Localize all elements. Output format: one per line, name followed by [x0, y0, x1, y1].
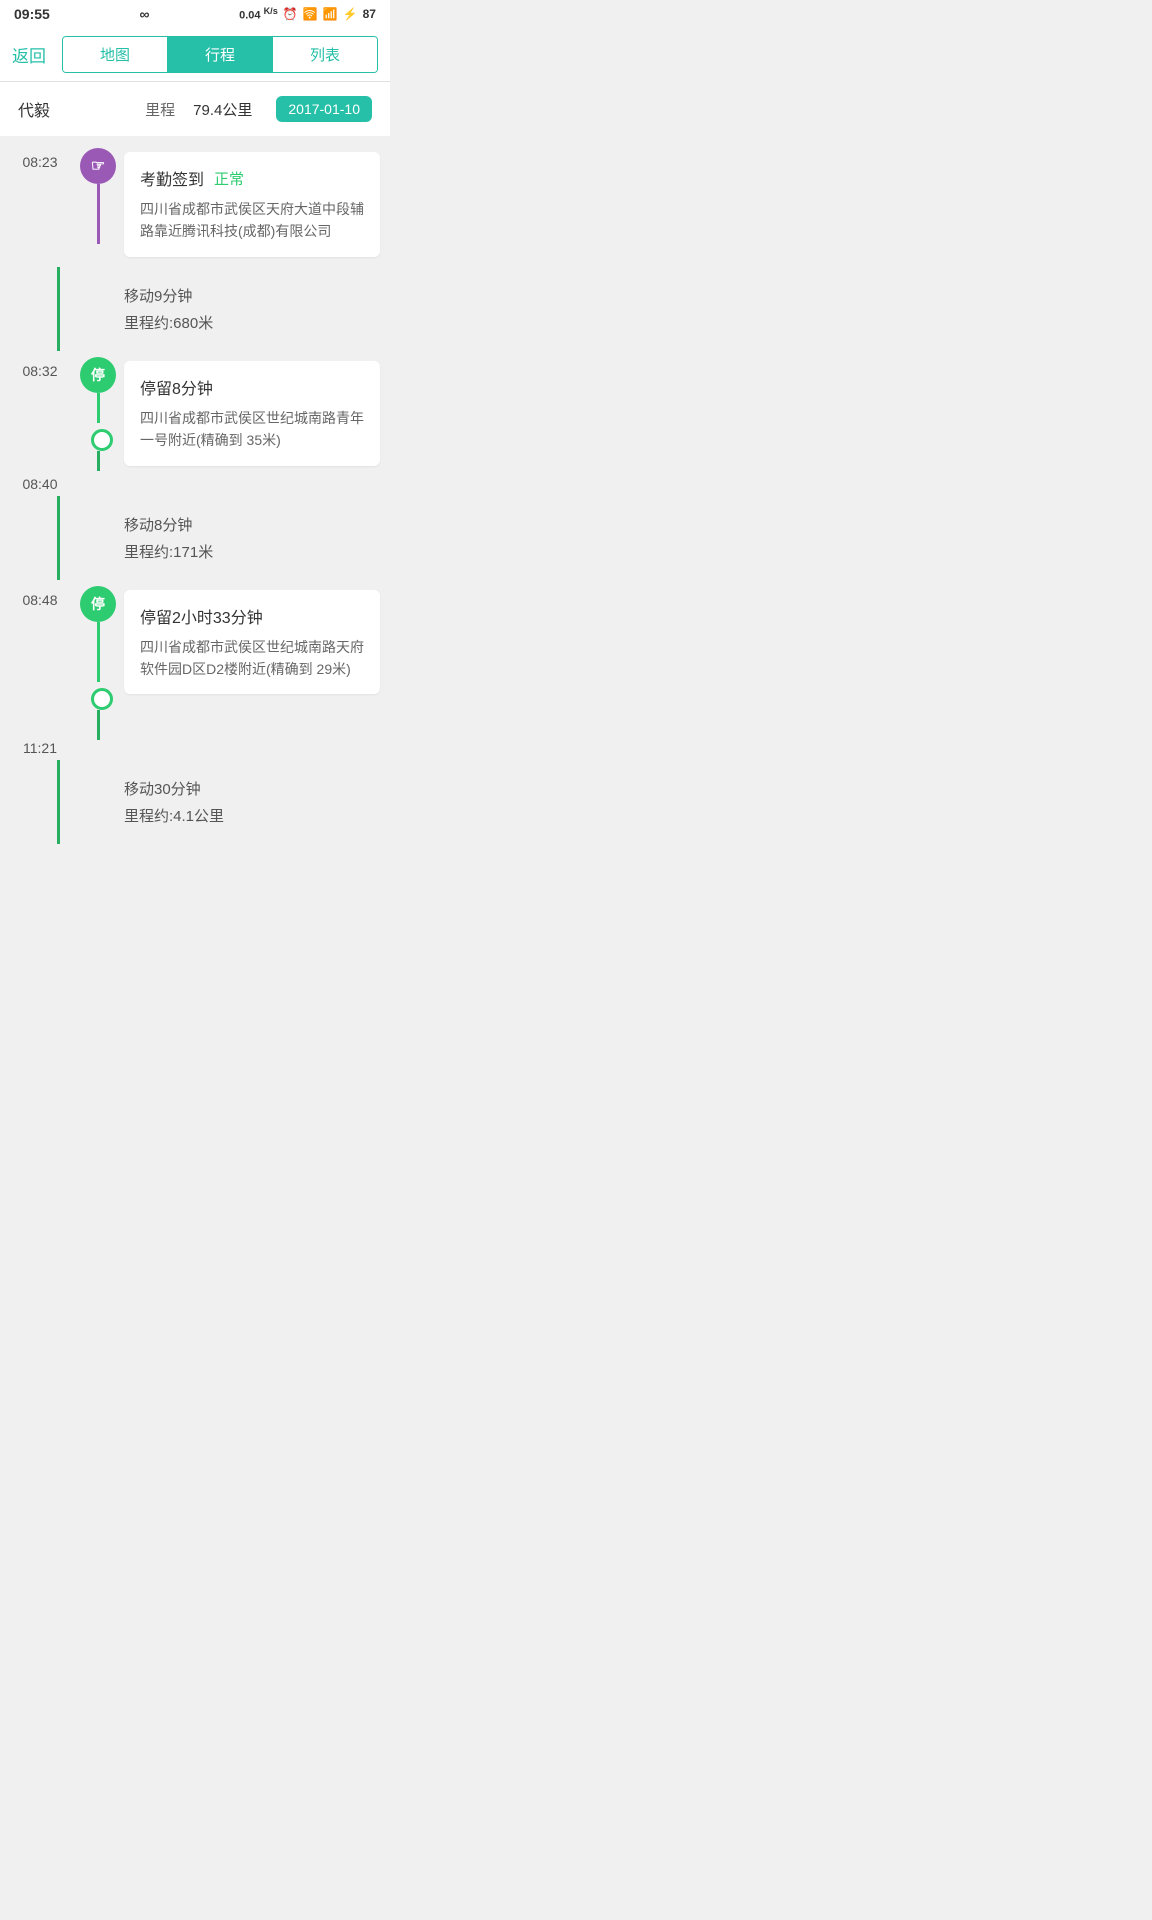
line-after-checkin	[97, 184, 100, 244]
checkin-card: 考勤签到 正常 四川省成都市武侯区天府大道中段辅路靠近腾讯科技(成都)有限公司	[124, 152, 380, 257]
stop2-dot: 停	[80, 586, 116, 622]
stop2-card: 停留2小时33分钟 四川省成都市武侯区世纪城南路天府软件园D区D2楼附近(精确到…	[124, 590, 380, 695]
fingerprint-icon: ☞	[91, 156, 105, 176]
stop1-end-dot	[91, 429, 113, 451]
move-distance-3: 里程约:4.1公里	[124, 805, 380, 826]
signal-icon: 📶	[323, 7, 338, 21]
status-time: 09:55	[14, 6, 50, 22]
tab-map[interactable]: 地图	[63, 37, 168, 72]
stop1-title: 停留8分钟	[140, 375, 364, 399]
tab-trip[interactable]: 行程	[168, 37, 273, 72]
charging-icon: ⚡	[343, 7, 358, 21]
stop-item-2: 08:48 停 停留2小时33分钟 四川省成都市武侯区世纪城南路天府软件园D区D…	[0, 580, 390, 760]
move-vline-1	[57, 267, 60, 351]
stop1-card: 停留8分钟 四川省成都市武侯区世纪城南路青年一号附近(精确到 35米)	[124, 361, 380, 466]
move-duration-2: 移动8分钟	[124, 514, 380, 535]
move-duration-1: 移动9分钟	[124, 285, 380, 306]
status-bar: 09:55 ∞ 0.04 K/s ⏰ 🛜 📶 ⚡ 87	[0, 0, 390, 28]
battery-level: 87	[363, 7, 376, 21]
move-segment-2: 移动8分钟 里程约:171米	[0, 496, 390, 580]
checkin-address: 四川省成都市武侯区天府大道中段辅路靠近腾讯科技(成都)有限公司	[140, 198, 364, 243]
back-button[interactable]: 返回	[12, 42, 46, 67]
stop1-label: 停	[91, 365, 105, 385]
stop-item-1: 08:32 停 停留8分钟 四川省成都市武侯区世纪城南路青年一号附近(精确到 3…	[0, 351, 390, 496]
network-speed: 0.04 K/s	[239, 6, 278, 22]
card-checkin: 考勤签到 正常 四川省成都市武侯区天府大道中段辅路靠近腾讯科技(成都)有限公司	[116, 142, 390, 267]
stop1-address: 四川省成都市武侯区世纪城南路青年一号附近(精确到 35米)	[140, 407, 364, 452]
trip-date[interactable]: 2017-01-10	[276, 96, 372, 122]
stop2-title: 停留2小时33分钟	[140, 604, 364, 628]
move-distance-2: 里程约:171米	[124, 541, 380, 562]
stop2-start-time: 08:48	[0, 580, 80, 608]
timeline: 08:23 ☞ 考勤签到 正常 四川省成都市武侯区天府大道中段辅路靠近腾讯科技(…	[0, 142, 390, 864]
checkin-status: 正常	[214, 168, 244, 189]
clock-icon: ⏰	[283, 7, 298, 21]
card-stop1: 停留8分钟 四川省成都市武侯区世纪城南路青年一号附近(精确到 35米)	[116, 351, 390, 476]
stop1-end-vline	[97, 451, 100, 471]
move-vline-3	[57, 760, 60, 844]
stop2-vline	[97, 622, 100, 682]
stop2-address: 四川省成都市武侯区世纪城南路天府软件园D区D2楼附近(精确到 29米)	[140, 636, 364, 681]
stop2-label: 停	[91, 594, 105, 614]
driver-name: 代毅	[18, 97, 50, 121]
event-dot-checkin: ☞	[80, 148, 116, 184]
move-segment-3: 移动30分钟 里程约:4.1公里	[0, 760, 390, 844]
stop1-end-time: 08:40	[0, 476, 80, 496]
tab-list[interactable]: 列表	[273, 37, 377, 72]
move-vline-2	[57, 496, 60, 580]
distance-label: 里程	[145, 99, 175, 120]
distance-value: 79.4公里	[193, 99, 252, 120]
stop2-end-dot	[91, 688, 113, 710]
move-duration-3: 移动30分钟	[124, 778, 380, 799]
stop1-start-time: 08:32	[0, 351, 80, 379]
wifi-icon: 🛜	[303, 7, 318, 21]
summary-row: 代毅 里程 79.4公里 2017-01-10	[0, 82, 390, 136]
event-time-0823: 08:23	[0, 142, 80, 170]
move-distance-1: 里程约:680米	[124, 312, 380, 333]
move-segment-1: 移动9分钟 里程约:680米	[0, 267, 390, 351]
event-checkin: 08:23 ☞ 考勤签到 正常 四川省成都市武侯区天府大道中段辅路靠近腾讯科技(…	[0, 142, 390, 267]
card-stop2: 停留2小时33分钟 四川省成都市武侯区世纪城南路天府软件园D区D2楼附近(精确到…	[116, 580, 390, 705]
stop1-dot: 停	[80, 357, 116, 393]
stop1-vline	[97, 393, 100, 423]
stop2-end-time: 11:21	[0, 740, 80, 760]
stop2-end-vline	[97, 710, 100, 740]
tab-group: 地图 行程 列表	[62, 36, 378, 73]
checkin-title: 考勤签到	[140, 166, 204, 190]
nav-bar: 返回 地图 行程 列表	[0, 28, 390, 82]
infinity-icon: ∞	[139, 6, 149, 22]
